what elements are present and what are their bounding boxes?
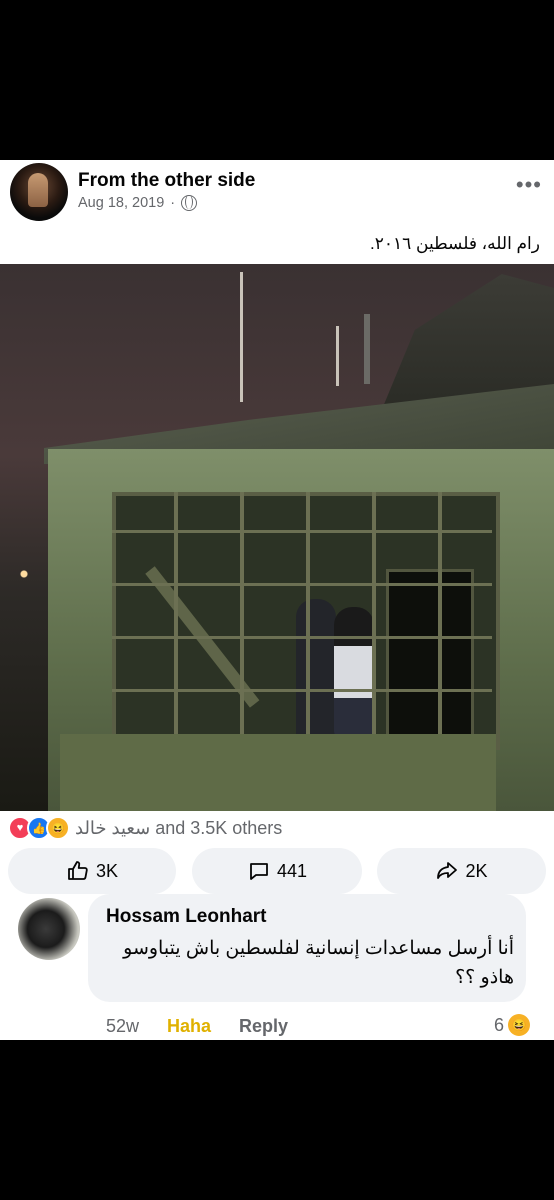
comment-icon [250, 863, 268, 880]
globe-icon [181, 195, 198, 211]
reaction-summary[interactable]: ♥ 👍 😆 سعيد خالد and 3.5K others [8, 816, 282, 840]
post-header: From the other side Aug 18, 2019 · ••• [0, 160, 554, 225]
reaction-summary-text: سعيد خالد and 3.5K others [75, 817, 283, 838]
comment-footer: 52w Haha Reply [106, 1016, 288, 1037]
commenter-name[interactable]: Hossam Leonhart [106, 906, 266, 928]
haha-icon: 😆 [46, 816, 70, 840]
page-avatar[interactable] [10, 163, 68, 221]
comment-reaction-count[interactable]: 6 😆 [494, 1014, 530, 1036]
comment-text: أنا أرسل مساعدات إنسانية لفلسطين باش يتب… [123, 938, 514, 988]
reply-button[interactable]: Reply [239, 1016, 288, 1037]
post-date[interactable]: Aug 18, 2019 [78, 195, 164, 211]
share-icon [437, 862, 458, 879]
post-meta: Aug 18, 2019 · [78, 195, 198, 211]
post-card: From the other side Aug 18, 2019 · ••• ر… [0, 160, 554, 1040]
share-count: 2K [465, 860, 488, 881]
more-options-icon[interactable]: ••• [516, 172, 542, 198]
post-photo[interactable] [0, 264, 554, 811]
action-bar: 3K 441 2K [0, 846, 554, 898]
comment-count: 441 [276, 860, 308, 881]
meta-separator: · [170, 195, 176, 211]
comment-age[interactable]: 52w [106, 1016, 139, 1037]
comment-reaction-number: 6 [493, 1014, 504, 1035]
comment-bubble[interactable]: Hossam Leonhart أنا أرسل مساعدات إنسانية… [88, 894, 526, 1002]
thumbs-up-icon [68, 861, 88, 880]
commenter-avatar[interactable] [18, 898, 80, 960]
haha-reaction-button[interactable]: Haha [167, 1016, 211, 1037]
comment: Hossam Leonhart أنا أرسل مساعدات إنسانية… [0, 894, 554, 1037]
like-count: 3K [95, 860, 119, 881]
haha-icon: 😆 [508, 1014, 530, 1036]
comment-button[interactable]: 441 [192, 848, 362, 894]
post-caption: رام الله، فلسطين ٢٠١٦. [370, 234, 540, 253]
page-name[interactable]: From the other side [78, 170, 255, 192]
share-button[interactable]: 2K [377, 848, 546, 894]
like-button[interactable]: 3K [8, 848, 176, 894]
